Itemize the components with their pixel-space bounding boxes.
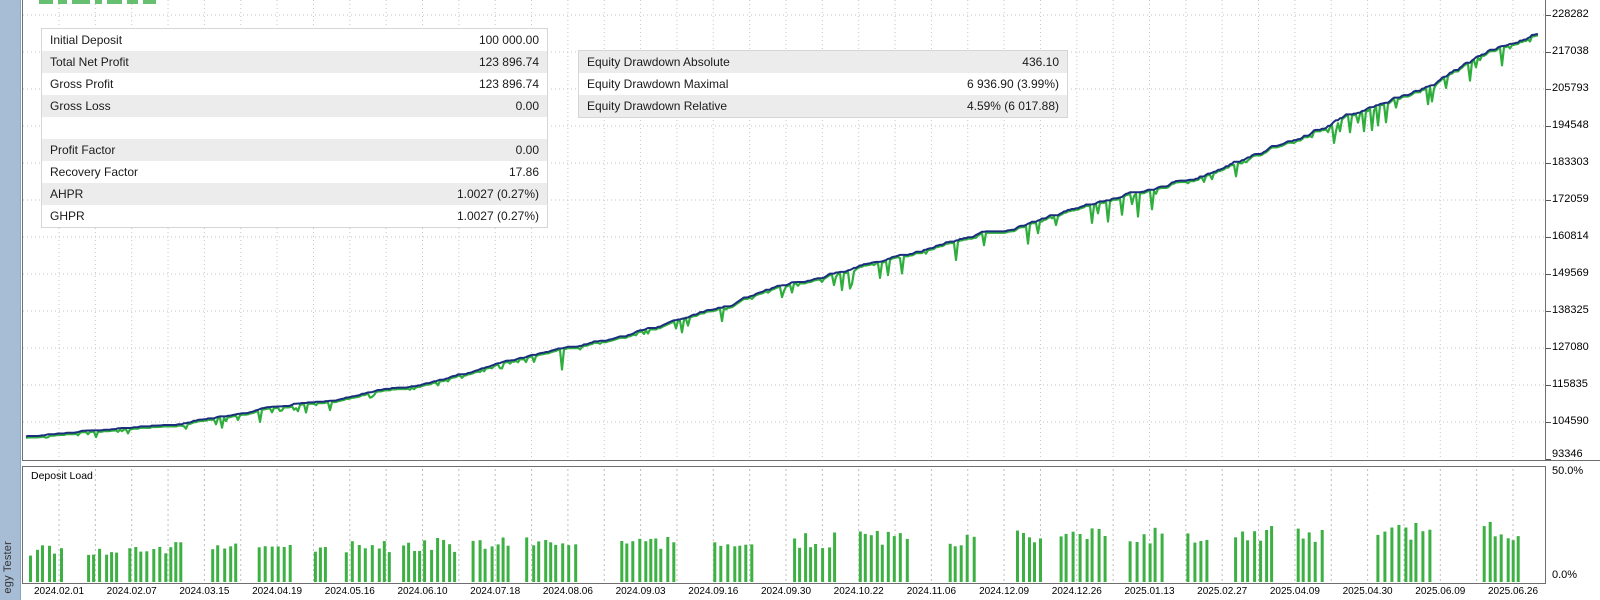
y-axis-label: 115835 [1552, 378, 1588, 390]
y-axis-tick [1546, 422, 1551, 423]
stat-label: Equity Drawdown Absolute [579, 55, 730, 69]
x-axis-label: 2024.09.30 [744, 586, 828, 597]
y-axis-label: 127080 [1552, 341, 1589, 353]
clipped-green-legend [39, 0, 259, 4]
stats-left-row: Initial Deposit 100 000.00 [42, 29, 547, 51]
y-axis-label: 217038 [1552, 45, 1589, 57]
deposit-load-chart[interactable] [23, 467, 1545, 583]
y-axis-label: 183303 [1552, 156, 1589, 168]
y-axis-label: 205793 [1552, 82, 1589, 94]
x-axis-label: 2024.11.06 [889, 586, 973, 597]
x-axis-label: 2024.05.16 [308, 586, 392, 597]
deposit-max-label: 50.0% [1552, 465, 1583, 477]
stats-left-row: Gross Profit 123 896.74 [42, 73, 547, 95]
stat-value: 17.86 [509, 165, 547, 179]
stat-label: Gross Loss [42, 99, 111, 113]
x-axis-label: 2024.12.26 [1035, 586, 1119, 597]
y-axis-label: 149569 [1552, 267, 1589, 279]
stat-value: 0.00 [516, 99, 547, 113]
y-axis-tick [1546, 15, 1551, 16]
y-axis-label: 228282 [1552, 8, 1589, 20]
y-axis-tick [1546, 274, 1551, 275]
y-axis-tick [1546, 385, 1551, 386]
y-axis-tick [1546, 89, 1551, 90]
x-axis-label: 2024.09.03 [599, 586, 683, 597]
stats-left-row: AHPR 1.0027 (0.27%) [42, 183, 547, 205]
y-axis-label: 194548 [1552, 119, 1589, 131]
x-axis-label: 2025.02.27 [1180, 586, 1264, 597]
deposit-load-panel[interactable]: Deposit Load [22, 466, 1546, 584]
x-axis-label: 2025.06.26 [1471, 586, 1555, 597]
stat-label: GHPR [42, 209, 85, 223]
x-axis-label: 2024.06.10 [381, 586, 465, 597]
stat-value: 123 896.74 [479, 77, 547, 91]
stats-right-row: Equity Drawdown Maximal 6 936.90 (3.99%) [579, 73, 1067, 95]
stat-label: Initial Deposit [42, 33, 122, 47]
stats-left-row: Profit Factor 0.00 [42, 139, 547, 161]
stats-left-row: Recovery Factor 17.86 [42, 161, 547, 183]
x-axis-label: 2025.04.09 [1253, 586, 1337, 597]
strategy-tester-tab[interactable]: egy Tester [0, 0, 21, 600]
stat-value: 100 000.00 [479, 33, 547, 47]
stats-left-row [42, 117, 547, 139]
panel-splitter[interactable] [22, 460, 1600, 461]
y-axis-tick [1546, 459, 1551, 460]
stats-left-row: GHPR 1.0027 (0.27%) [42, 205, 547, 227]
stats-table-right: Equity Drawdown Absolute436.10Equity Dra… [578, 50, 1068, 118]
y-axis-tick [1546, 237, 1551, 238]
stats-right-row: Equity Drawdown Relative 4.59% (6 017.88) [579, 95, 1067, 117]
stats-left-row: Gross Loss 0.00 [42, 95, 547, 117]
strategy-tester-tab-label: egy Tester [2, 541, 14, 594]
x-axis-label: 2024.09.16 [671, 586, 755, 597]
y-axis-tick [1546, 52, 1551, 53]
y-axis-tick [1546, 348, 1551, 349]
stat-label: Profit Factor [42, 143, 115, 157]
stat-value: 436.10 [1022, 55, 1067, 69]
x-axis-label: 2024.03.15 [162, 586, 246, 597]
stats-table-left: Initial Deposit 100 000.00 Total Net Profi… [41, 28, 548, 228]
stat-label: Gross Profit [42, 77, 113, 91]
y-axis-label: 93346 [1552, 448, 1583, 460]
x-axis-label: 2024.02.07 [90, 586, 174, 597]
y-axis-label: 138325 [1552, 304, 1589, 316]
stats-left-row: Total Net Profit 123 896.74 [42, 51, 547, 73]
stat-label: AHPR [42, 187, 83, 201]
stat-value: 1.0027 (0.27%) [457, 187, 547, 201]
y-axis-label: 172059 [1552, 193, 1589, 205]
x-axis-label: 2025.04.30 [1326, 586, 1410, 597]
x-axis-label: 2025.01.13 [1108, 586, 1192, 597]
x-axis-label: 2025.06.09 [1398, 586, 1482, 597]
stat-value: 1.0027 (0.27%) [457, 209, 547, 223]
deposit-load-title: Deposit Load [31, 470, 93, 482]
y-axis-tick [1546, 126, 1551, 127]
stat-value: 0.00 [516, 143, 547, 157]
stat-value: 123 896.74 [479, 55, 547, 69]
stat-label: Total Net Profit [42, 55, 129, 69]
stat-label: Recovery Factor [42, 165, 138, 179]
y-axis-tick [1546, 200, 1551, 201]
y-axis-tick [1546, 163, 1551, 164]
x-axis-label: 2024.02.01 [17, 586, 101, 597]
stat-label: Equity Drawdown Maximal [579, 77, 728, 91]
deposit-min-label: 0.0% [1552, 569, 1577, 581]
y-axis-label: 104590 [1552, 415, 1589, 427]
stat-value: 6 936.90 (3.99%) [967, 77, 1067, 91]
y-axis-tick [1546, 311, 1551, 312]
y-axis-label: 160814 [1552, 230, 1589, 242]
stat-value: 4.59% (6 017.88) [967, 99, 1067, 113]
x-axis-label: 2024.12.09 [962, 586, 1046, 597]
stats-right-row: Equity Drawdown Absolute 436.10 [579, 51, 1067, 73]
x-axis-label: 2024.08.06 [526, 586, 610, 597]
x-axis-label: 2024.10.22 [817, 586, 901, 597]
x-axis-label: 2024.07.18 [453, 586, 537, 597]
x-axis-label: 2024.04.19 [235, 586, 319, 597]
stat-label: Equity Drawdown Relative [579, 99, 727, 113]
